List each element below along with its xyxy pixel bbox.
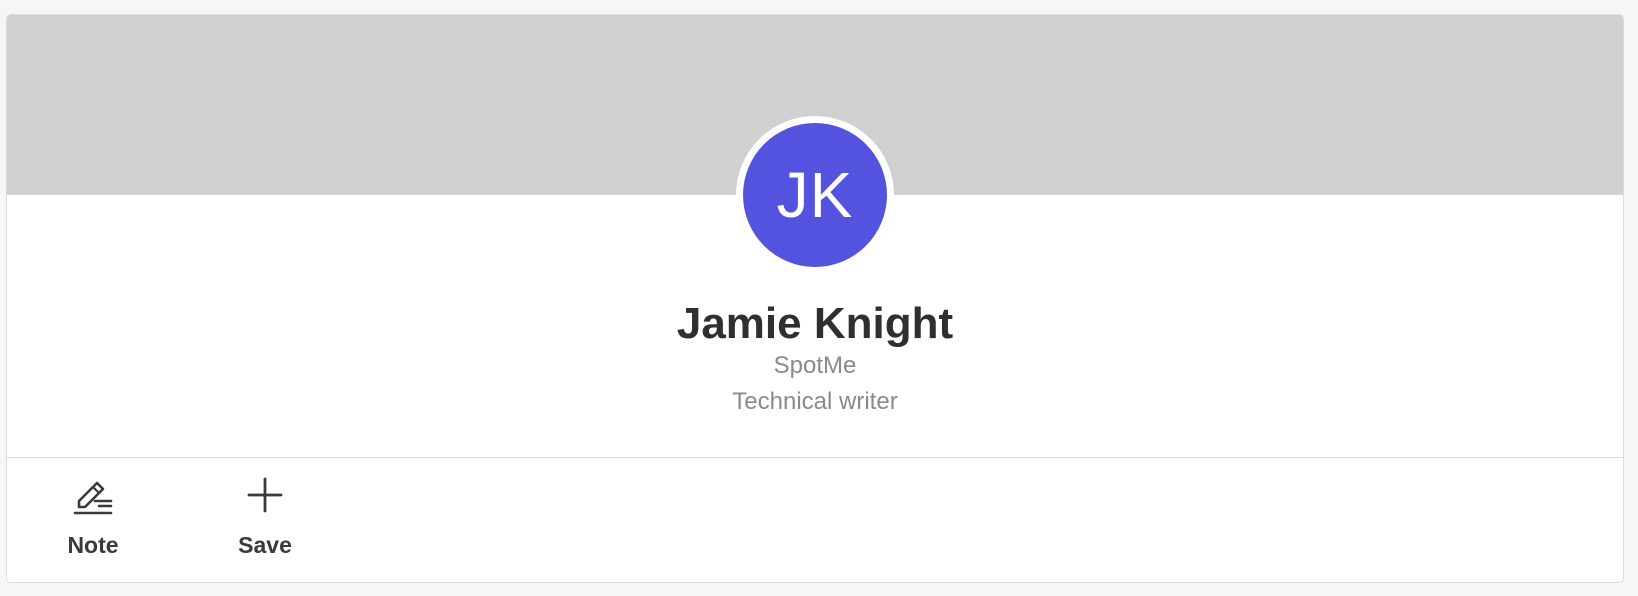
profile-name: Jamie Knight [676, 299, 954, 348]
avatar-initials: JK [776, 159, 854, 231]
note-label: Note [67, 532, 119, 558]
profile-company: SpotMe [773, 352, 857, 379]
note-button[interactable]: Note [38, 473, 148, 573]
profile-card: JK Jamie Knight SpotMe Technical writer … [6, 14, 1624, 583]
edit-note-icon [73, 481, 113, 515]
divider [7, 457, 1623, 458]
avatar: JK [743, 123, 887, 267]
profile-role: Technical writer [732, 388, 898, 415]
save-button[interactable]: Save [210, 473, 320, 573]
plus-icon [247, 477, 283, 513]
save-label: Save [238, 532, 292, 558]
